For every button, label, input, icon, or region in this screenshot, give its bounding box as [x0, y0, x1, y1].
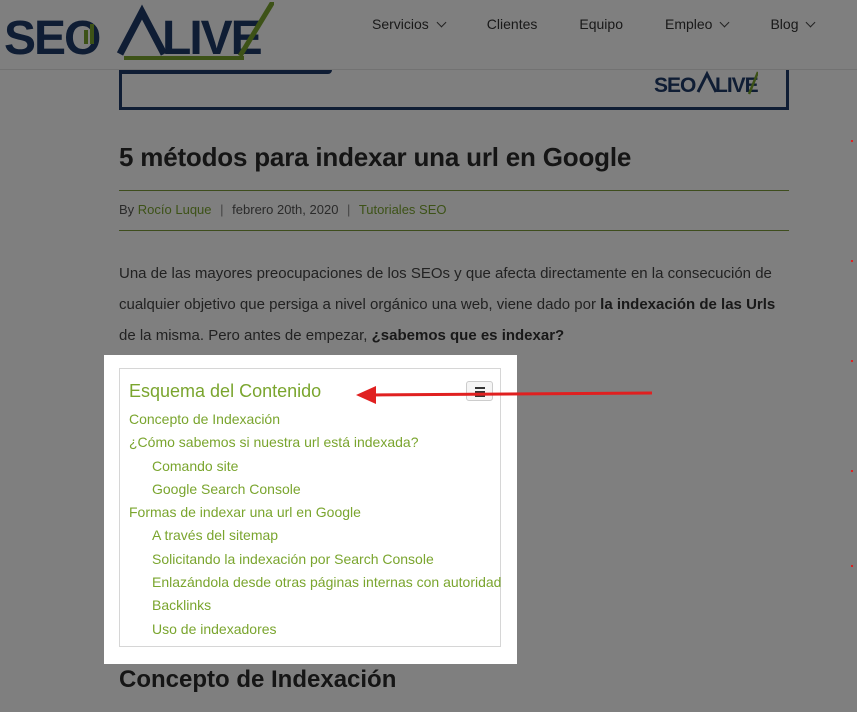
- arrow-left-icon: [356, 386, 653, 404]
- intro-paragraph: Una de las mayores preocupaciones de los…: [119, 258, 791, 351]
- chevron-down-icon: [720, 17, 730, 27]
- nav-item-label: Equipo: [579, 16, 623, 32]
- nav-item-label: Blog: [770, 16, 799, 32]
- meta-separator: |: [220, 202, 224, 217]
- annotation-dot: [851, 260, 853, 262]
- toc-item[interactable]: Uso de indexadores: [129, 618, 501, 641]
- toc-item[interactable]: Formas de indexar una url en Google: [129, 501, 501, 524]
- toc-item[interactable]: Comando site: [129, 455, 501, 478]
- featured-image: SEO LIVE: [119, 70, 789, 110]
- nav-item-equipo[interactable]: Equipo: [579, 16, 623, 32]
- title-divider-top: [119, 190, 789, 191]
- category-link[interactable]: Tutoriales SEO: [359, 202, 447, 217]
- section-heading: Concepto de Indexación: [119, 666, 397, 693]
- nav-item-label: Servicios: [372, 16, 429, 32]
- intro-bold-2: ¿sabemos que es indexar?: [371, 327, 565, 344]
- chevron-down-icon: [806, 17, 816, 27]
- annotation-dot: [851, 140, 853, 142]
- toc-item[interactable]: Google Search Console: [129, 478, 501, 501]
- toc-item[interactable]: Enlazándola desde otras páginas internas…: [129, 571, 501, 594]
- nav-item-clientes[interactable]: Clientes: [487, 16, 538, 32]
- featured-image-shape: [122, 70, 332, 74]
- annotation-dot: [851, 360, 853, 362]
- toc-item[interactable]: Backlinks: [129, 594, 501, 617]
- site-header: SEO LIVE Servicios Clientes Equipo Empleo Bl…: [0, 0, 857, 70]
- post-meta: By Rocío Luque | febrero 20th, 2020 | Tu…: [119, 202, 447, 217]
- title-divider-bottom: [119, 230, 789, 231]
- nav-item-empleo[interactable]: Empleo: [664, 16, 730, 32]
- post-title: 5 métodos para indexar una url en Google: [119, 142, 632, 172]
- post-date: febrero 20th, 2020: [232, 202, 339, 217]
- nav-item-label: Clientes: [486, 16, 538, 32]
- nav-item-blog[interactable]: Blog: [770, 16, 816, 32]
- annotation-dot: [851, 470, 853, 472]
- chevron-down-icon: [436, 17, 447, 27]
- svg-text:SEO: SEO: [654, 74, 696, 96]
- toc-item[interactable]: Solicitando la indexación por Search Con…: [129, 548, 501, 571]
- meta-by: By: [119, 202, 135, 217]
- toc-item[interactable]: A través del sitemap: [129, 524, 501, 547]
- meta-separator: |: [347, 202, 351, 217]
- toc-item[interactable]: Concepto de Indexación: [129, 408, 501, 431]
- toc-item[interactable]: ¿Cómo sabemos si nuestra url está indexa…: [129, 431, 501, 454]
- intro-bold-1: la indexación de las Urls: [600, 296, 776, 313]
- main-nav: ServiciosClientesEquipoEmpleoBlogDi: [372, 0, 857, 48]
- toc-title: Esquema del Contenido: [129, 381, 322, 401]
- toc-list: Concepto de Indexación ¿Cómo sabemos si n…: [129, 408, 501, 641]
- seoalive-small-logo: SEO LIVE: [654, 70, 758, 96]
- intro-text-2: de la misma. Pero antes de empezar,: [119, 327, 372, 344]
- author-link[interactable]: Rocío Luque: [138, 202, 212, 217]
- table-of-contents: Esquema del Contenido Concepto de Indexa…: [119, 368, 501, 647]
- annotation-dot: [851, 565, 853, 567]
- nav-item-label: Empleo: [664, 16, 713, 32]
- seoalive-logo[interactable]: SEO LIVE: [4, 2, 274, 64]
- nav-item-servicios[interactable]: Servicios: [372, 16, 447, 32]
